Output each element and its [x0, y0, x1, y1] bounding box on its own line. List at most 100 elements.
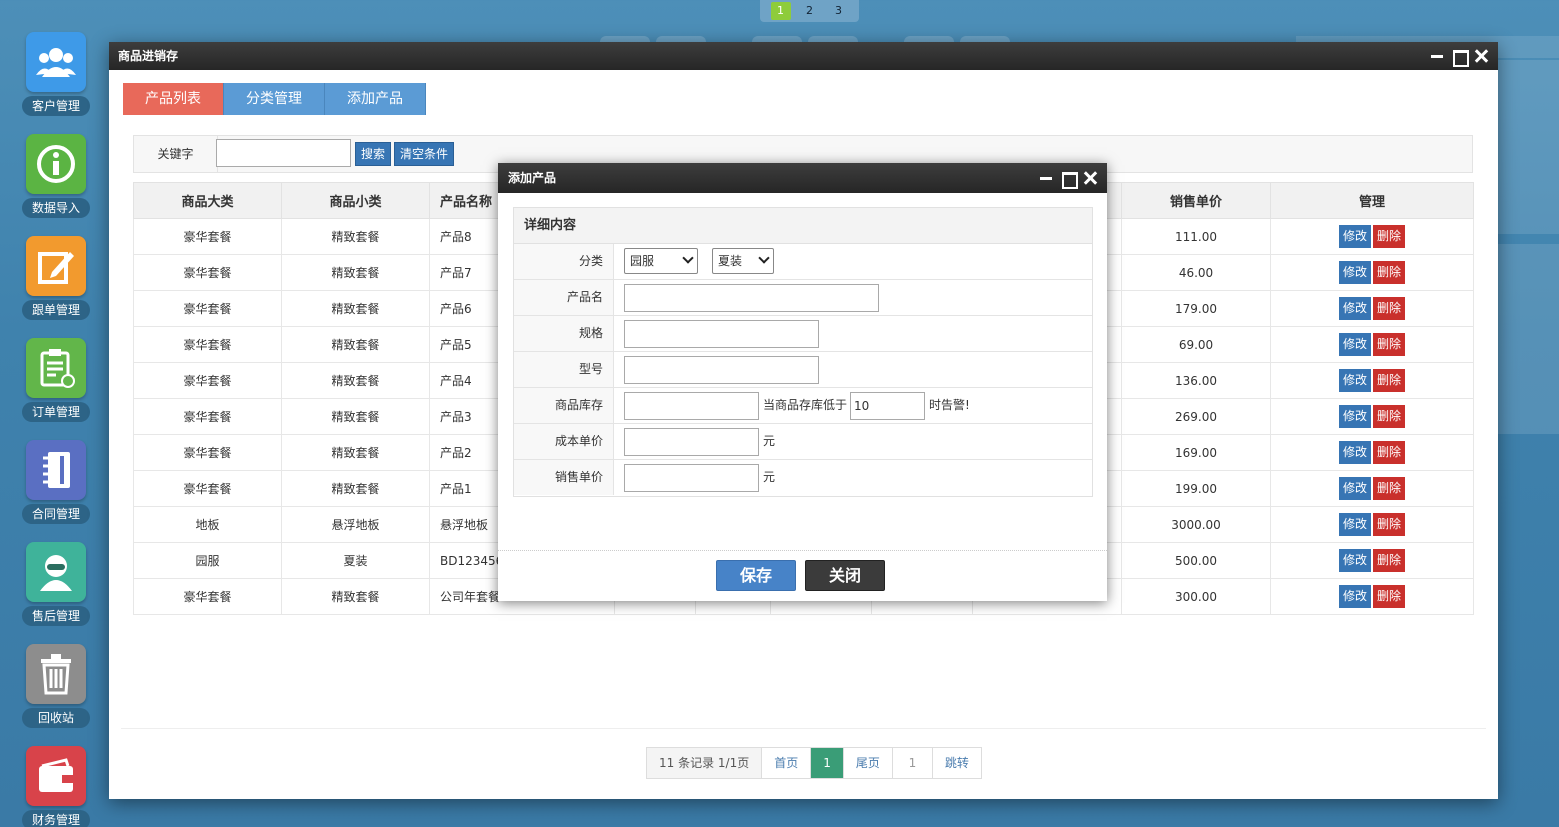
- delete-button[interactable]: 删除: [1373, 405, 1406, 428]
- tab-category-management[interactable]: 分类管理: [224, 83, 325, 115]
- info-icon: [26, 134, 86, 194]
- jump-button[interactable]: 跳转: [933, 748, 981, 778]
- sidebar-item-followup[interactable]: 跟单管理: [22, 236, 90, 322]
- support-agent-icon: [26, 542, 86, 602]
- edit-button[interactable]: 修改: [1338, 333, 1371, 356]
- sidebar-item-label: 客户管理: [22, 96, 90, 116]
- sub-category-select[interactable]: 夏装: [712, 248, 774, 274]
- maximize-icon[interactable]: [1061, 171, 1078, 189]
- dialog-titlebar[interactable]: 添加产品: [498, 163, 1107, 193]
- cell-sub-category: 精致套餐: [281, 362, 430, 399]
- delete-button[interactable]: 删除: [1373, 333, 1406, 356]
- edit-button[interactable]: 修改: [1338, 261, 1371, 284]
- close-button[interactable]: 关闭: [805, 560, 885, 591]
- minimize-icon[interactable]: [1430, 49, 1444, 63]
- cell-main-category: 地板: [133, 506, 282, 543]
- sale-price-input[interactable]: [624, 464, 759, 492]
- edit-button[interactable]: 修改: [1338, 225, 1371, 248]
- form-row-spec: 规格: [514, 316, 1092, 352]
- search-button[interactable]: 搜索: [355, 142, 392, 166]
- maximize-icon[interactable]: [1452, 49, 1469, 67]
- cost-price-input[interactable]: [624, 428, 759, 456]
- delete-button[interactable]: 删除: [1373, 297, 1406, 320]
- edit-button[interactable]: 修改: [1338, 297, 1371, 320]
- edit-button[interactable]: 修改: [1338, 513, 1371, 536]
- delete-button[interactable]: 删除: [1373, 477, 1406, 500]
- cell-actions: 修改 删除: [1270, 542, 1474, 579]
- edit-button[interactable]: 修改: [1338, 477, 1371, 500]
- edit-button[interactable]: 修改: [1338, 369, 1371, 392]
- delete-button[interactable]: 删除: [1373, 585, 1406, 608]
- cell-sale-price: 69.00: [1121, 326, 1271, 363]
- cell-main-category: 园服: [133, 542, 282, 579]
- product-form: 详细内容 分类 园服 夏装 产品名 规格 型号 商品库存 当商品存库低于 10 …: [513, 207, 1093, 497]
- edit-button[interactable]: 修改: [1338, 405, 1371, 428]
- edit-button[interactable]: 修改: [1338, 549, 1371, 572]
- cell-sub-category: 精致套餐: [281, 290, 430, 327]
- page-number-input[interactable]: 1: [893, 748, 933, 778]
- cell-main-category: 豪华套餐: [133, 470, 282, 507]
- form-row-category: 分类 园服 夏装: [514, 244, 1092, 280]
- desktop-page-1[interactable]: 1: [770, 2, 791, 20]
- keyword-label: 关键字: [134, 136, 218, 172]
- cell-sub-category: 精致套餐: [281, 218, 430, 255]
- edit-button[interactable]: 修改: [1338, 585, 1371, 608]
- sidebar-item-finance[interactable]: 财务管理: [22, 746, 90, 827]
- keyword-input[interactable]: [216, 139, 351, 167]
- delete-button[interactable]: 删除: [1373, 441, 1406, 464]
- stock-threshold-input[interactable]: 10: [850, 392, 925, 420]
- sidebar-item-after-sales[interactable]: 售后管理: [22, 542, 90, 628]
- close-icon[interactable]: [1083, 171, 1097, 185]
- sidebar-item-orders[interactable]: 订单管理: [22, 338, 90, 424]
- sidebar-item-label: 财务管理: [22, 810, 90, 827]
- spec-input[interactable]: [624, 320, 819, 348]
- model-input[interactable]: [624, 356, 819, 384]
- close-icon[interactable]: [1474, 49, 1488, 63]
- model-label: 型号: [514, 352, 614, 387]
- cell-sub-category: 悬浮地板: [281, 506, 430, 543]
- sidebar-item-label: 数据导入: [22, 198, 90, 218]
- delete-button[interactable]: 删除: [1373, 225, 1406, 248]
- cell-actions: 修改 删除: [1270, 218, 1474, 255]
- tab-add-product[interactable]: 添加产品: [325, 83, 426, 115]
- delete-button[interactable]: 删除: [1373, 261, 1406, 284]
- cell-sub-category: 夏装: [281, 542, 430, 579]
- product-name-label: 产品名: [514, 280, 614, 315]
- cell-actions: 修改 删除: [1270, 506, 1474, 543]
- cell-actions: 修改 删除: [1270, 326, 1474, 363]
- clear-conditions-button[interactable]: 清空条件: [394, 142, 455, 166]
- desktop-page-2[interactable]: 2: [800, 2, 820, 20]
- sidebar-item-recycle-bin[interactable]: 回收站: [22, 644, 90, 730]
- edit-button[interactable]: 修改: [1338, 441, 1371, 464]
- tab-product-list[interactable]: 产品列表: [123, 83, 224, 115]
- col-sub-category[interactable]: 商品小类: [281, 182, 430, 219]
- edit-icon: [26, 236, 86, 296]
- stock-input[interactable]: [624, 392, 759, 420]
- product-name-input[interactable]: [624, 284, 879, 312]
- cell-sale-price: 136.00: [1121, 362, 1271, 399]
- cell-actions: 修改 删除: [1270, 434, 1474, 471]
- currency-unit: 元: [763, 434, 776, 448]
- col-main-category[interactable]: 商品大类: [133, 182, 282, 219]
- current-page[interactable]: 1: [811, 748, 844, 778]
- sidebar-item-contracts[interactable]: 合同管理: [22, 440, 90, 526]
- first-page-link[interactable]: 首页: [762, 748, 812, 778]
- delete-button[interactable]: 删除: [1373, 513, 1406, 536]
- main-category-select[interactable]: 园服: [624, 248, 698, 274]
- window-titlebar[interactable]: 商品进销存: [109, 42, 1498, 70]
- cell-main-category: 豪华套餐: [133, 290, 282, 327]
- cell-sale-price: 3000.00: [1121, 506, 1271, 543]
- delete-button[interactable]: 删除: [1373, 549, 1406, 572]
- trash-icon: [26, 644, 86, 704]
- sidebar-item-data-import[interactable]: 数据导入: [22, 134, 90, 220]
- col-sale-price[interactable]: 销售单价: [1121, 182, 1271, 219]
- last-page-link[interactable]: 尾页: [844, 748, 893, 778]
- delete-button[interactable]: 删除: [1373, 369, 1406, 392]
- form-row-price: 销售单价 元: [514, 460, 1092, 496]
- minimize-icon[interactable]: [1039, 171, 1053, 185]
- save-button[interactable]: 保存: [716, 560, 796, 591]
- notebook-icon: [26, 440, 86, 500]
- desktop-page-3[interactable]: 3: [829, 2, 849, 20]
- sidebar-item-customers[interactable]: 客户管理: [22, 32, 90, 118]
- pagination: 11 条记录 1/1页 首页 1 尾页 1 跳转: [646, 747, 982, 779]
